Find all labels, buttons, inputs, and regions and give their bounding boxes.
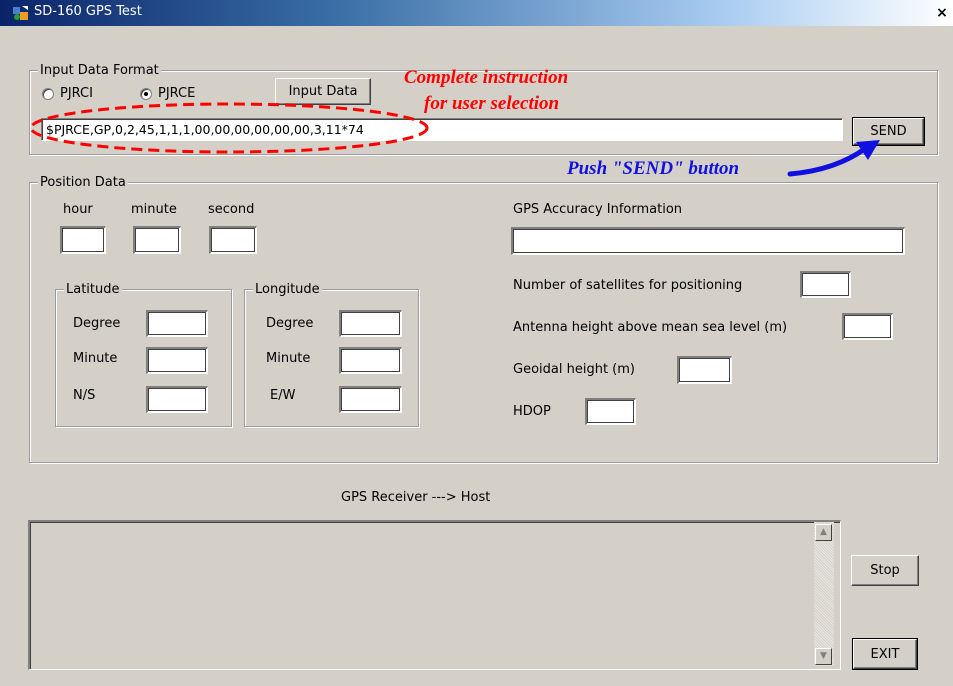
- input-format-legend: Input Data Format: [38, 63, 161, 78]
- title-bar[interactable]: SD-160 GPS Test ×: [0, 0, 953, 26]
- annotation-instruction-line1: Complete instruction: [404, 67, 569, 88]
- receiver-output-area[interactable]: [28, 520, 841, 670]
- second-field[interactable]: [209, 226, 257, 254]
- longitude-degree-label: Degree: [266, 316, 314, 331]
- longitude-minute-field[interactable]: [339, 347, 402, 374]
- longitude-ew-field[interactable]: [339, 386, 402, 413]
- minute-label: minute: [131, 202, 177, 217]
- hour-field[interactable]: [60, 226, 106, 254]
- latitude-minute-label: Minute: [73, 351, 118, 366]
- latitude-minute-field[interactable]: [146, 347, 208, 374]
- app-window: SD-160 GPS Test × Input Data Format PJRC…: [0, 0, 953, 686]
- latitude-ns-label: N/S: [73, 388, 96, 403]
- antenna-height-field[interactable]: [842, 313, 893, 340]
- window-title: SD-160 GPS Test: [34, 4, 142, 19]
- radio-pjrci[interactable]: PJRCI: [42, 86, 93, 101]
- satellites-label: Number of satellites for positioning: [513, 278, 743, 293]
- position-data-legend: Position Data: [38, 175, 128, 190]
- radio-pjrce-label: PJRCE: [158, 86, 196, 101]
- latitude-ns-field[interactable]: [146, 386, 208, 413]
- gps-accuracy-label: GPS Accuracy Information: [513, 202, 683, 217]
- longitude-ew-label: E/W: [270, 388, 296, 403]
- radio-pjrce-indicator[interactable]: [140, 87, 152, 100]
- satellites-field[interactable]: [800, 271, 851, 298]
- second-label: second: [208, 202, 255, 217]
- receiver-label: GPS Receiver ---> Host: [341, 490, 491, 505]
- scroll-down-icon[interactable]: ▼: [815, 648, 832, 665]
- hdop-label: HDOP: [513, 404, 551, 419]
- app-icon: [13, 6, 28, 20]
- antenna-height-label: Antenna height above mean sea level (m): [513, 320, 788, 335]
- latitude-degree-field[interactable]: [146, 310, 208, 337]
- hdop-field[interactable]: [585, 398, 636, 425]
- longitude-legend: Longitude: [253, 282, 322, 297]
- latitude-legend: Latitude: [64, 282, 122, 297]
- exit-button[interactable]: EXIT: [852, 638, 918, 670]
- longitude-degree-field[interactable]: [339, 310, 402, 337]
- close-icon[interactable]: ×: [933, 3, 951, 23]
- instruction-ellipse: [29, 102, 429, 154]
- radio-pjrci-indicator[interactable]: [42, 87, 54, 100]
- annotation-instruction-line2: for user selection: [424, 93, 560, 114]
- latitude-degree-label: Degree: [73, 316, 121, 331]
- receiver-scrollbar[interactable]: [814, 522, 834, 666]
- hour-label: hour: [63, 202, 93, 217]
- geoidal-height-field[interactable]: [677, 356, 732, 384]
- minute-field[interactable]: [133, 226, 181, 254]
- geoidal-height-label: Geoidal height (m): [513, 362, 635, 377]
- scroll-up-icon[interactable]: ▲: [815, 524, 832, 541]
- radio-pjrci-label: PJRCI: [60, 86, 93, 101]
- radio-pjrce[interactable]: PJRCE: [140, 86, 195, 101]
- stop-button[interactable]: Stop: [851, 555, 919, 586]
- longitude-minute-label: Minute: [266, 351, 311, 366]
- gps-accuracy-field[interactable]: [511, 227, 905, 255]
